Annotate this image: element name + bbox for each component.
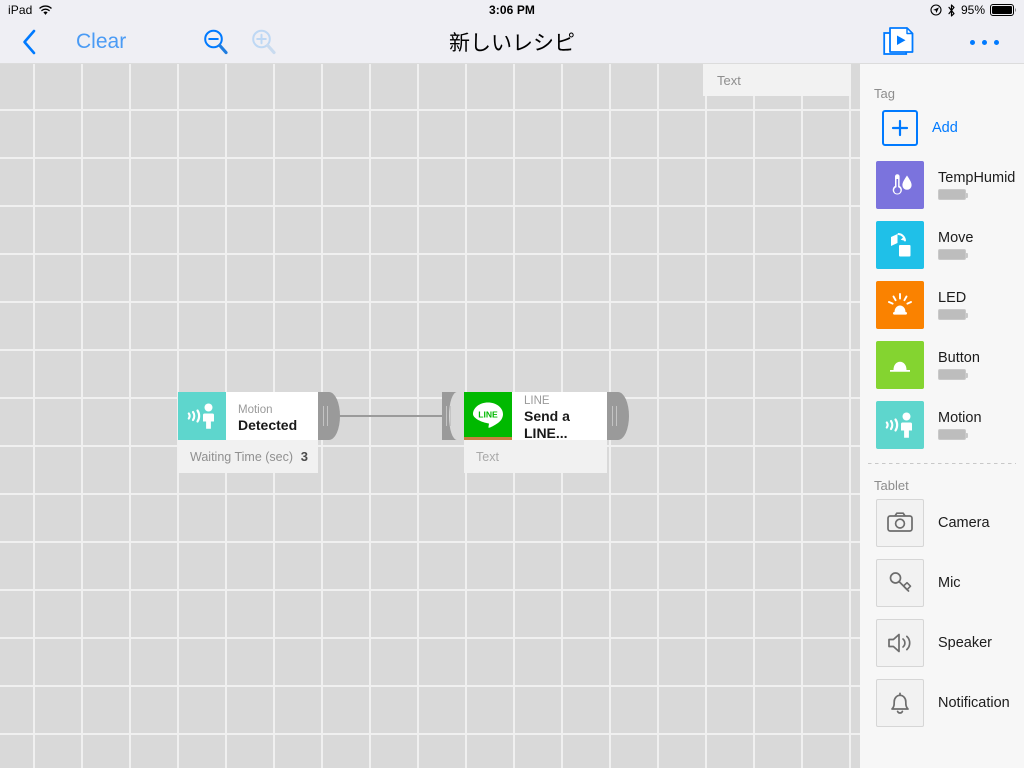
battery-icon [990,4,1016,16]
sidebar-item-move[interactable]: Move [860,215,1024,275]
sidebar-item-label: Move [938,230,974,246]
navigation-bar: Clear 新しいレシピ [0,20,1024,64]
add-tag-label-wrap: Add [932,120,958,136]
plug-grip [323,406,329,426]
tag-section-title: Tag [874,86,895,101]
line-block-header[interactable]: LINE LINE Send a LINE... [464,392,607,441]
socket-grip [446,406,452,426]
sidebar-item-label: Speaker [938,635,993,651]
motion-block-waiting-time-field[interactable]: Waiting Time (sec) 3 [178,440,318,473]
add-tag-button[interactable]: Add [860,101,1024,155]
motion-block-text: Motion Detected [226,392,318,440]
sidebar-item-label: TempHumid [938,170,1016,186]
line-block-input-socket[interactable] [442,392,465,440]
ellipsis-icon [981,39,987,45]
motion-sensor-icon [876,401,924,449]
motion-block-param-label: Waiting Time (sec) [190,449,294,464]
motion-block-param-value: 3 [300,449,308,464]
sidebar-item-label: Mic [938,575,961,591]
more-options-button[interactable] [962,32,1006,52]
microphone-icon [876,559,924,607]
motion-block-category: Motion [238,403,273,416]
pages-play-icon [883,27,914,55]
sidebar-item-label: Button [938,350,980,366]
play-recipe-button[interactable] [883,26,919,58]
mini-battery-icon [938,249,968,260]
sidebar-item-motion[interactable]: Motion [860,395,1024,455]
motion-label-wrap: Motion [938,410,982,440]
line-block-text: LINE Send a LINE... [512,392,607,441]
mini-battery-icon [938,429,968,440]
line-block-output-plug[interactable] [607,392,629,440]
move-box-icon [876,221,924,269]
line-block-category: LINE [524,395,550,407]
motion-block-output-plug[interactable] [318,392,340,440]
page-title: 新しいレシピ [449,32,575,55]
line-block-accent-bar [464,437,512,440]
plus-square-icon [882,110,918,146]
sidebar-item-led[interactable]: LED [860,275,1024,335]
device-palette-sidebar[interactable]: Tag Add TempHumid Move LED Button Motion… [860,64,1024,768]
line-block-action: Send a LINE... [524,408,570,441]
speaker-icon [876,619,924,667]
camera-label-wrap: Camera [938,515,990,531]
led-label-wrap: LED [938,290,968,320]
sidebar-item-button[interactable]: Button [860,335,1024,395]
sidebar-item-camera[interactable]: Camera [860,493,1024,553]
canvas-text-chip[interactable]: Text [703,64,851,96]
motion-block-action: Detected [238,416,298,433]
motion-block-header[interactable]: Motion Detected [178,392,318,440]
button-label-wrap: Button [938,350,980,380]
tablet-section-title: Tablet [874,478,909,493]
button-icon [876,341,924,389]
bell-icon [876,679,924,727]
sidebar-item-label: Camera [938,515,990,531]
mini-battery-icon [938,369,968,380]
thermometer-humidity-icon [876,161,924,209]
motion-sensor-icon [178,392,226,440]
line-block[interactable]: LINE LINE Send a LINE... Text [464,392,607,473]
camera-icon [876,499,924,547]
line-block-text-field[interactable]: Text [464,440,607,473]
status-bar-clock: 3:06 PM [488,3,536,17]
location-services-icon [930,4,942,16]
sidebar-item-label: Motion [938,410,982,426]
sidebar-item-label: LED [938,290,967,306]
recipe-canvas[interactable]: Text Motion Detected Waiting Time (sec) … [0,64,860,768]
sidebar-item-label: Notification [938,695,1010,711]
plug-grip [612,406,618,426]
bluetooth-icon [948,3,955,17]
mini-battery-icon [938,309,968,320]
connection-wire [338,415,448,417]
status-bar-right: 95% [930,0,1017,20]
status-bar: iPad 3:06 PM 95% [0,0,1024,20]
battery-percentage: 95% [960,3,985,17]
line-block-param-label: Text [476,449,499,464]
mic-label-wrap: Mic [938,575,961,591]
speaker-label-wrap: Speaker [938,635,992,651]
sidebar-item-speaker[interactable]: Speaker [860,613,1024,673]
motion-block[interactable]: Motion Detected Waiting Time (sec) 3 [178,392,318,473]
notification-label-wrap: Notification [938,695,1010,711]
led-lamp-icon [876,281,924,329]
sidebar-item-notification[interactable]: Notification [860,673,1024,733]
ellipsis-icon [969,39,975,45]
canvas-text-chip-label: Text [717,72,741,88]
line-messenger-icon: LINE [464,392,512,440]
sidebar-item-temphumid[interactable]: TempHumid [860,155,1024,215]
move-label-wrap: Move [938,230,973,260]
add-tag-label: Add [932,120,958,136]
temphumid-label-wrap: TempHumid [938,170,1015,200]
mini-battery-icon [938,189,968,200]
sidebar-item-mic[interactable]: Mic [860,553,1024,613]
ellipsis-icon [993,39,999,45]
svg-text:LINE: LINE [478,410,498,420]
